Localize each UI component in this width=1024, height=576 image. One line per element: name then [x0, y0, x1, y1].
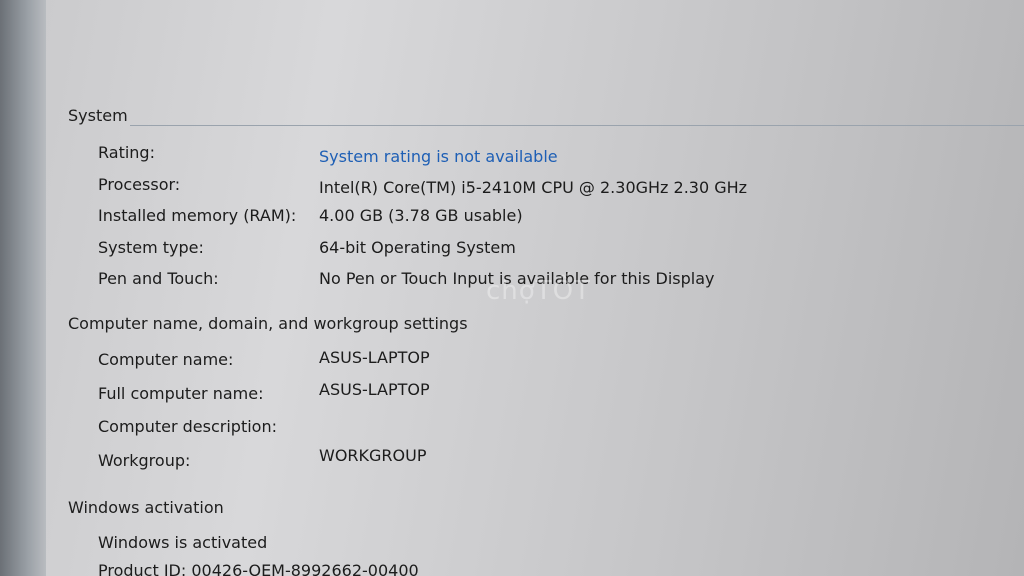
computer-name-label: Computer name: — [98, 350, 234, 369]
computer-name-section-header: Computer name, domain, and workgroup set… — [68, 314, 468, 333]
system-rating-link[interactable]: System rating is not available — [319, 147, 558, 166]
workgroup-row: Workgroup: WORKGROUP — [98, 446, 1018, 473]
windows-activation-section-header: Windows activation — [68, 498, 224, 517]
computer-name-row: Computer name: ASUS-LAPTOP — [98, 348, 1018, 372]
rating-row: Rating: System rating is not available — [98, 143, 1018, 166]
system-section-header: System — [68, 106, 128, 125]
system-section-divider — [130, 125, 1024, 126]
workgroup-label: Workgroup: — [98, 451, 191, 470]
pen-touch-label: Pen and Touch: — [98, 269, 219, 288]
workgroup-value: WORKGROUP — [319, 446, 427, 465]
activation-status-text: Windows is activated — [98, 533, 268, 552]
memory-label: Installed memory (RAM): — [98, 206, 297, 225]
full-computer-name-value: ASUS-LAPTOP — [319, 380, 430, 399]
product-id-row: Product ID: 00426-OEM-8992662-00400 — [98, 561, 1018, 576]
full-computer-name-label: Full computer name: — [98, 384, 264, 403]
rating-label: Rating: — [98, 143, 155, 162]
screen-bezel — [0, 0, 46, 576]
system-type-value: 64-bit Operating System — [319, 238, 516, 257]
chotot-watermark: chợTỐT — [486, 276, 591, 306]
computer-description-label: Computer description: — [98, 417, 277, 436]
product-id-text: Product ID: 00426-OEM-8992662-00400 — [98, 561, 419, 576]
computer-name-value: ASUS-LAPTOP — [319, 348, 430, 367]
full-computer-name-row: Full computer name: ASUS-LAPTOP — [98, 380, 1018, 406]
activation-status-row: Windows is activated — [98, 533, 1018, 555]
memory-row: Installed memory (RAM): 4.00 GB (3.78 GB… — [98, 206, 1018, 228]
processor-row: Processor: Intel(R) Core(TM) i5-2410M CP… — [98, 175, 1018, 197]
processor-value: Intel(R) Core(TM) i5-2410M CPU @ 2.30GHz… — [319, 178, 748, 197]
system-properties-panel: System Rating: System rating is not avai… — [46, 0, 1024, 576]
system-type-row: System type: 64-bit Operating System — [98, 238, 1018, 260]
computer-description-row: Computer description: — [98, 417, 1018, 439]
processor-label: Processor: — [98, 175, 181, 194]
memory-value: 4.00 GB (3.78 GB usable) — [319, 206, 523, 225]
system-type-label: System type: — [98, 238, 204, 257]
